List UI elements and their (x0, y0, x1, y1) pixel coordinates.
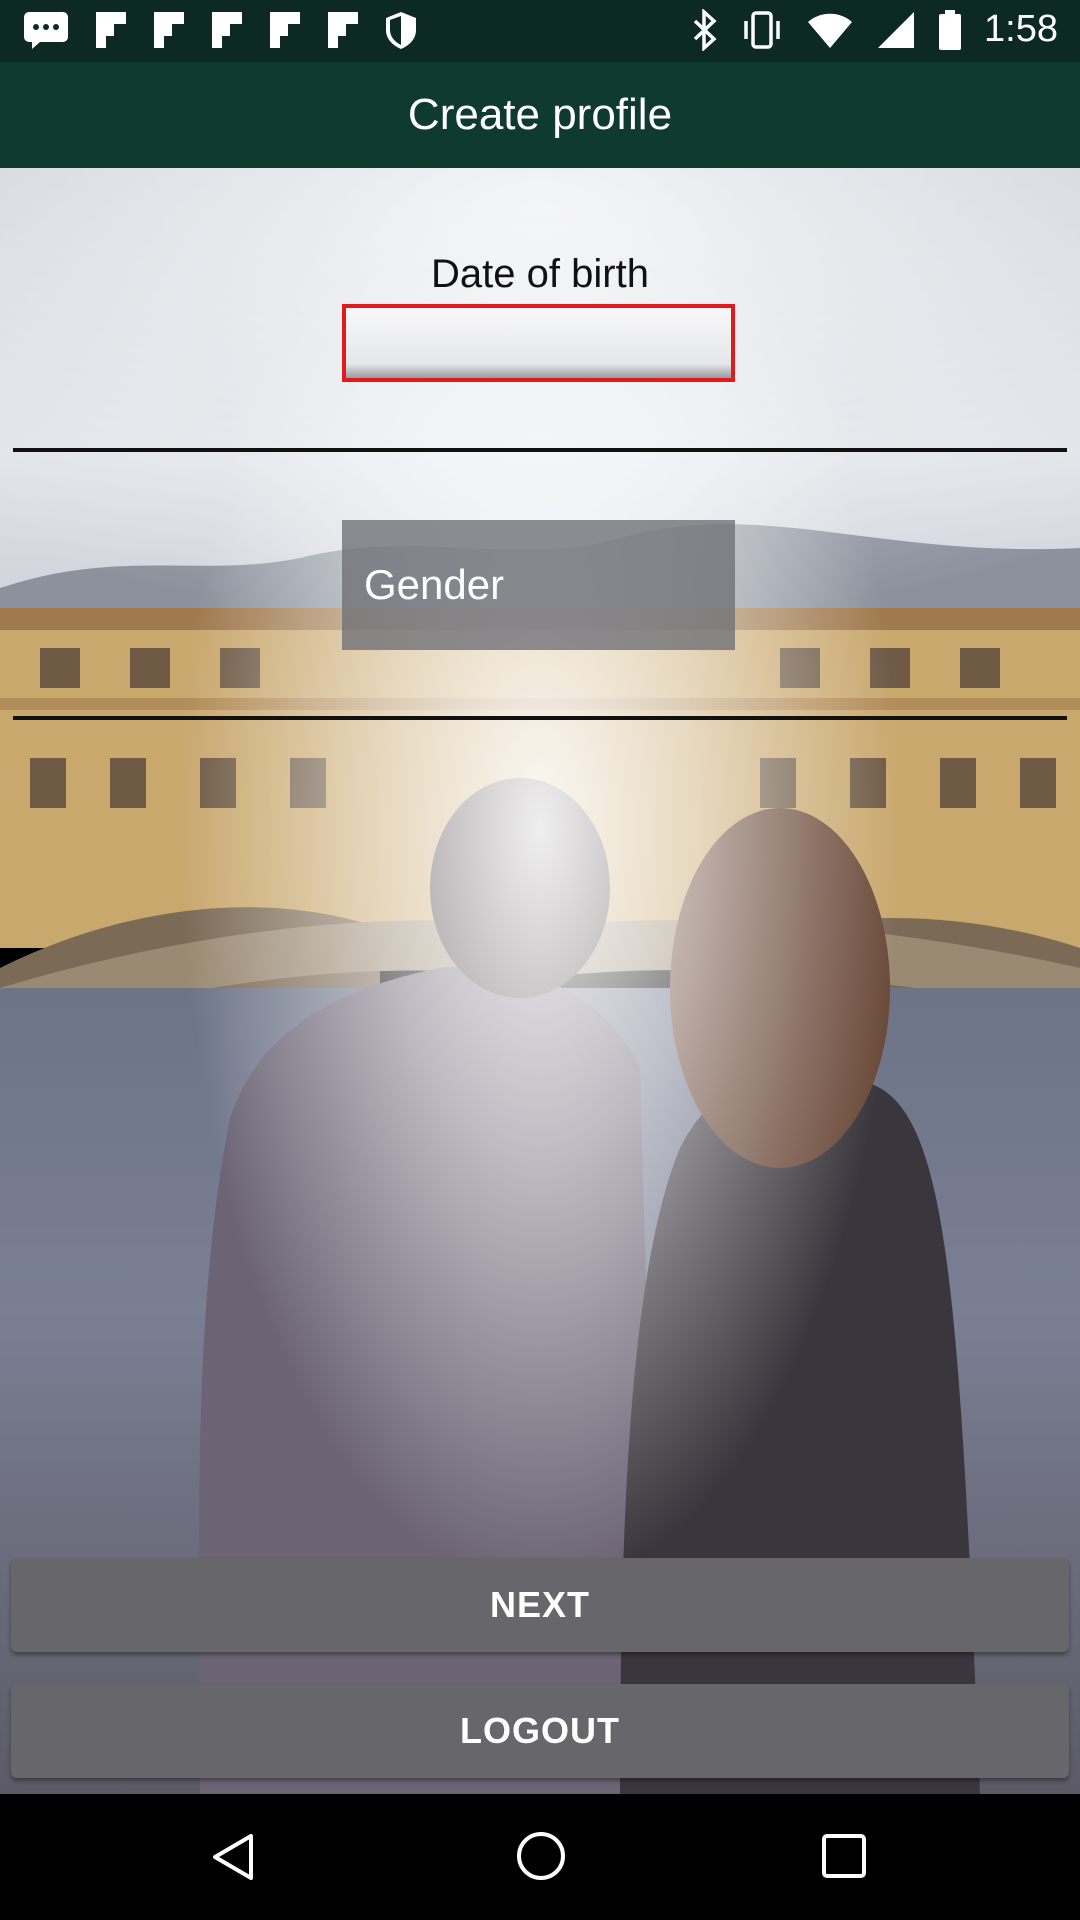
system-icons: 1:58 (692, 8, 1058, 51)
navigation-bar (0, 1794, 1080, 1920)
status-bar: 1:58 (0, 0, 1080, 62)
notification-icons (22, 10, 418, 50)
bluetooth-icon (693, 8, 717, 51)
page-title: Create profile (407, 90, 673, 139)
dob-label: Date of birth (431, 252, 649, 296)
flipboard-icon (212, 12, 242, 48)
battery-icon (939, 9, 962, 50)
next-button[interactable]: NEXT (11, 1558, 1069, 1652)
gender-select[interactable]: Gender (342, 520, 735, 650)
gender-divider (13, 716, 1067, 720)
content-area: Date of birth Gender NEXT LOGOUT (0, 168, 1080, 1794)
flipboard-icon (96, 12, 126, 48)
back-icon[interactable] (209, 1832, 259, 1882)
background-glow (0, 168, 1080, 1794)
message-icon (24, 12, 68, 49)
gender-placeholder: Gender (364, 561, 505, 608)
signal-icon (878, 11, 915, 48)
shield-icon (386, 12, 416, 49)
dob-divider (13, 448, 1067, 452)
vibrate-icon (744, 10, 780, 49)
home-icon[interactable] (515, 1830, 567, 1882)
dob-input[interactable] (342, 304, 735, 382)
recents-icon[interactable] (820, 1832, 868, 1880)
wifi-icon (808, 13, 853, 48)
flipboard-icon (328, 12, 358, 48)
flipboard-icon (270, 12, 300, 48)
screen: 1:58 Create profile Date of birth Gender… (0, 0, 1080, 1920)
clock: 1:58 (984, 8, 1058, 50)
app-bar: Create profile (0, 62, 1080, 168)
logout-button[interactable]: LOGOUT (11, 1684, 1069, 1778)
flipboard-icon (154, 12, 184, 48)
